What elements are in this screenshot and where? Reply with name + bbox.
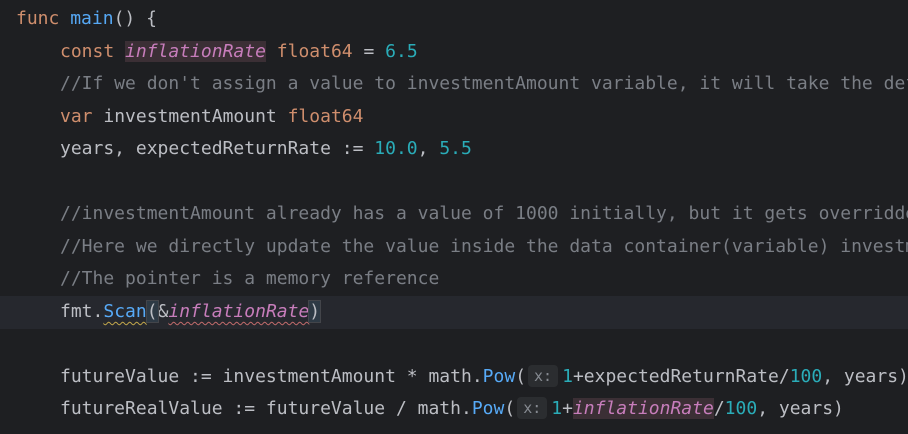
- punctuation: () {: [113, 8, 157, 29]
- expression-tail: , years): [757, 398, 844, 419]
- code-text: fmt.Scan(&inflationRate): [60, 296, 322, 329]
- code-line-10-current[interactable]: fmt.Scan(&inflationRate): [0, 296, 908, 329]
- divide-operator: /: [713, 398, 725, 419]
- code-line-5[interactable]: years, expectedReturnRate := 10.0, 5.5: [0, 133, 908, 166]
- expression: +expectedReturnRate/: [572, 366, 790, 387]
- code-text: futureValue := investmentAmount * math.P…: [60, 361, 908, 394]
- number-literal: 100: [789, 366, 823, 387]
- future-value-assign: futureValue := investmentAmount *: [60, 366, 429, 387]
- variables-years-return: years, expectedReturnRate :=: [60, 138, 375, 159]
- call-pow[interactable]: Pow: [483, 366, 516, 387]
- function-name[interactable]: main: [70, 8, 113, 29]
- parameter-hint: x:: [517, 397, 548, 419]
- open-paren: (: [145, 300, 159, 323]
- punctuation: ,: [417, 138, 440, 159]
- variable-investment-amount[interactable]: investmentAmount: [103, 106, 276, 127]
- dot: .: [460, 398, 472, 419]
- code-line-11[interactable]: [0, 328, 908, 361]
- package-math[interactable]: math: [428, 366, 471, 387]
- open-paren: (: [504, 398, 516, 419]
- expression-tail: , years): [822, 366, 908, 387]
- number-literal: 1: [562, 366, 573, 387]
- call-pow[interactable]: Pow: [472, 398, 505, 419]
- comment: //If we don't assign a value to investme…: [60, 73, 908, 94]
- parameter-hint: x:: [528, 365, 559, 387]
- code-line-2[interactable]: const inflationRate float64 = 6.5: [0, 36, 908, 69]
- code-line-1[interactable]: func main() {: [0, 3, 908, 36]
- code-line-7[interactable]: //investmentAmount already has a value o…: [0, 198, 908, 231]
- code-line-4[interactable]: var investmentAmount float64: [0, 101, 908, 134]
- code-text: func main() {: [16, 3, 157, 36]
- code-editor[interactable]: func main() { const inflationRate float6…: [0, 0, 908, 434]
- code-line-3[interactable]: //If we don't assign a value to investme…: [0, 68, 908, 101]
- constant-inflation-rate[interactable]: inflationRate: [125, 41, 266, 62]
- plus-operator: +: [562, 398, 573, 419]
- package-fmt[interactable]: fmt: [60, 301, 93, 322]
- open-paren: (: [515, 366, 527, 387]
- type-float64: float64: [287, 106, 364, 127]
- number-literal: 10.0: [374, 138, 418, 159]
- code-text: const inflationRate float64 = 6.5: [60, 36, 418, 69]
- dot: .: [92, 301, 104, 322]
- number-literal: 6.5: [385, 41, 418, 62]
- code-line-13[interactable]: futureRealValue := futureValue / math.Po…: [0, 393, 908, 426]
- number-literal: 100: [724, 398, 758, 419]
- number-literal: 1: [551, 398, 563, 419]
- code-line-8[interactable]: //Here we directly update the value insi…: [0, 231, 908, 264]
- future-real-value-assign: futureRealValue := futureValue /: [60, 398, 418, 419]
- keyword-var: var: [60, 106, 93, 127]
- code-line-6[interactable]: [0, 166, 908, 199]
- argument-inflation-rate[interactable]: inflationRate: [168, 301, 309, 322]
- argument-inflation-rate[interactable]: inflationRate: [572, 398, 714, 419]
- keyword-const: const: [60, 41, 115, 62]
- code-line-12[interactable]: futureValue := investmentAmount * math.P…: [0, 361, 908, 394]
- assign-operator: =: [352, 41, 386, 62]
- code-text: years, expectedReturnRate := 10.0, 5.5: [60, 133, 472, 166]
- type-float64: float64: [276, 41, 353, 62]
- code-text: futureRealValue := futureValue / math.Po…: [60, 393, 844, 426]
- close-paren: ): [308, 300, 322, 323]
- code-line-9[interactable]: //The pointer is a memory reference: [0, 263, 908, 296]
- dot: .: [471, 366, 483, 387]
- comment: //The pointer is a memory reference: [60, 268, 440, 289]
- comment: //investmentAmount already has a value o…: [60, 203, 908, 224]
- number-literal: 5.5: [439, 138, 472, 159]
- call-scan[interactable]: Scan: [103, 301, 146, 322]
- code-text: var investmentAmount float64: [60, 101, 363, 134]
- keyword-func: func: [16, 8, 60, 29]
- comment: //Here we directly update the value insi…: [60, 236, 908, 257]
- address-operator: &: [157, 301, 169, 322]
- package-math[interactable]: math: [418, 398, 461, 419]
